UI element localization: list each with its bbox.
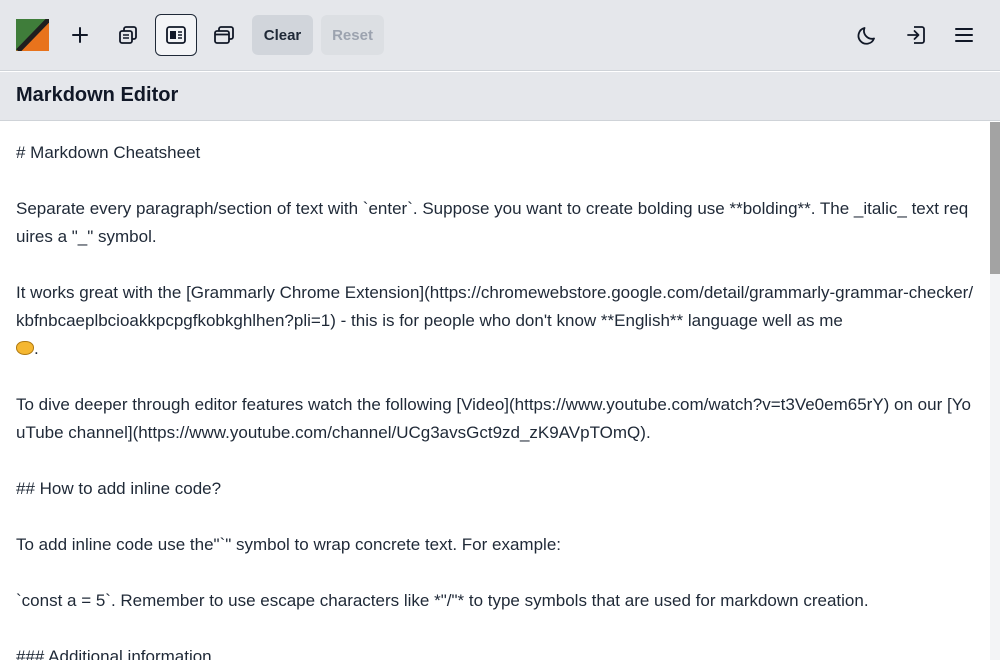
split-view-icon — [166, 26, 186, 44]
split-view-button[interactable] — [155, 14, 197, 56]
emoji-icon — [16, 341, 34, 355]
plus-icon — [72, 27, 88, 43]
editor-line: To dive deeper through editor features w… — [16, 395, 971, 442]
editor-scrollbar[interactable] — [990, 122, 1000, 660]
window-button[interactable] — [203, 14, 245, 56]
reset-button[interactable]: Reset — [321, 15, 384, 55]
scrollbar-thumb[interactable] — [990, 122, 1000, 274]
markdown-editor[interactable]: # Markdown Cheatsheet Separate every par… — [0, 122, 990, 660]
editor-line: To add inline code use the"`" symbol to … — [16, 535, 562, 554]
editor-line: Separate every paragraph/section of text… — [16, 199, 969, 246]
toolbar: Clear Reset — [0, 0, 1000, 71]
moon-icon — [857, 27, 875, 45]
panel-header: Markdown Editor — [0, 72, 1000, 121]
editor-line: ### Additional information — [16, 647, 212, 660]
menu-button[interactable] — [943, 14, 985, 56]
login-button[interactable] — [895, 14, 937, 56]
new-document-button[interactable] — [59, 14, 101, 56]
editor-line: `const a = 5`. Remember to use escape ch… — [16, 591, 869, 610]
editor-line: # Markdown Cheatsheet — [16, 143, 201, 162]
editor-line: It works great with the [Grammarly Chrom… — [16, 283, 974, 330]
copy-icon — [119, 26, 137, 44]
editor-line: ## How to add inline code? — [16, 479, 222, 498]
window-icon — [214, 26, 234, 44]
panel-title: Markdown Editor — [16, 84, 179, 106]
login-icon — [907, 26, 925, 44]
clear-button[interactable]: Clear — [252, 15, 313, 55]
editor-line: . — [16, 335, 976, 363]
theme-toggle-button[interactable] — [847, 14, 889, 56]
copy-button[interactable] — [107, 14, 149, 56]
menu-icon — [955, 28, 973, 42]
app-logo[interactable] — [16, 19, 49, 51]
editor-text[interactable]: # Markdown Cheatsheet Separate every par… — [16, 139, 976, 660]
